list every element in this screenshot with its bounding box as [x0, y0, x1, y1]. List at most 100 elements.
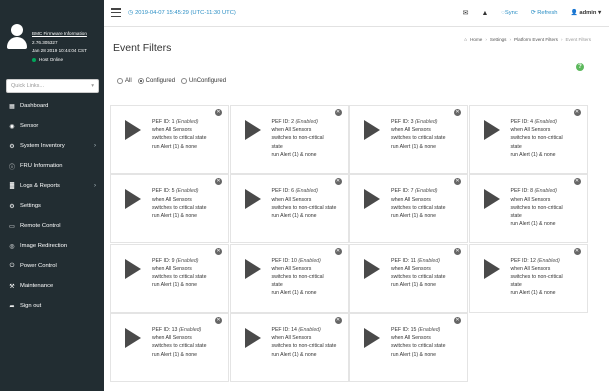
- play-icon[interactable]: [244, 327, 261, 348]
- pef-status: (Enabled): [295, 119, 318, 125]
- card-action: run Alert (1) & none: [152, 282, 197, 289]
- sidebar-item-image-redirection[interactable]: ◎ Image Redirection: [0, 236, 104, 256]
- event-filter-card[interactable]: ✕ PEF ID: 2 (Enabled) when All Sensors swit…: [229, 105, 349, 174]
- delete-icon[interactable]: ✕: [334, 178, 342, 186]
- play-icon[interactable]: [125, 189, 141, 210]
- play-icon[interactable]: [364, 327, 380, 348]
- user-panel: BMC Firmware Information 2.76.305327 Jan…: [0, 0, 104, 68]
- card-title: PEF ID: 7 (Enabled): [391, 187, 461, 195]
- radio-circle[interactable]: [181, 78, 188, 84]
- sidebar-item-fru-information[interactable]: ⓘ FRU Information: [0, 156, 104, 176]
- chart-icon: ▓: [9, 183, 15, 189]
- refresh-button[interactable]: ⟳ Refresh: [531, 10, 558, 16]
- sidebar-item-sign-out[interactable]: ➦ Sign out: [0, 296, 104, 316]
- play-icon[interactable]: [364, 258, 380, 279]
- pef-status: (Enabled): [175, 119, 199, 125]
- sidebar-item-sensor[interactable]: ◉ Sensor: [0, 116, 104, 136]
- bmc-firmware-link[interactable]: BMC Firmware Information: [32, 30, 87, 39]
- card-condition: switches to non-critical: [510, 274, 563, 280]
- event-filter-card[interactable]: ✕ PEF ID: 14 (Enabled) when All Sensors swi…: [229, 312, 349, 382]
- sidebar: BMC Firmware Information 2.76.305327 Jan…: [0, 0, 104, 391]
- card-text: PEF ID: 11 (Enabled) when All Sensors swit…: [391, 257, 461, 290]
- card-condition: switches to critical state: [391, 274, 446, 280]
- card-condition: switches to non-critical state: [271, 343, 337, 350]
- help-icon[interactable]: ?: [576, 63, 584, 71]
- sidebar-item-system-inventory[interactable]: ⚙ System Inventory ›: [0, 136, 104, 156]
- quick-links-search[interactable]: Quick Links... ▾: [6, 79, 99, 93]
- breadcrumb-item[interactable]: Home: [470, 37, 482, 42]
- delete-icon[interactable]: ✕: [454, 316, 461, 324]
- delete-icon[interactable]: ✕: [334, 247, 342, 255]
- delete-icon[interactable]: ✕: [215, 109, 222, 116]
- sidebar-item-maintenance[interactable]: ⚒ Maintenance: [0, 276, 104, 296]
- pef-status: (Enabled): [534, 119, 557, 125]
- event-filter-card[interactable]: ✕ PEF ID: 9 (Enabled) when All Sensors swit…: [110, 243, 229, 313]
- play-icon[interactable]: [483, 120, 500, 140]
- event-filter-card[interactable]: ✕ PEF ID: 12 (Enabled) when All Sensors swi…: [468, 243, 588, 313]
- event-filter-card[interactable]: ✕ PEF ID: 10 (Enabled) when All Sensors swi…: [229, 243, 349, 313]
- datetime-text: 2019-04-07 15:45:29 (UTC-11:30 UTC): [135, 10, 236, 16]
- sidebar-item-logs-reports[interactable]: ▓ Logs & Reports ›: [0, 176, 104, 196]
- breadcrumb-item[interactable]: Platform Event Filters: [514, 37, 558, 42]
- sidebar-item-remote-control[interactable]: ▭ Remote Control: [0, 216, 104, 236]
- filter-radio-configured[interactable]: Configured: [137, 78, 175, 84]
- card-condition: state: [271, 143, 283, 150]
- play-icon[interactable]: [244, 258, 261, 279]
- event-filter-card[interactable]: ✕ PEF ID: 1 (Enabled) when All Sensors swit…: [110, 105, 229, 174]
- card-condition: switches to critical state: [391, 135, 446, 142]
- breadcrumb-separator: ›: [509, 37, 512, 42]
- radio-circle[interactable]: [117, 78, 123, 84]
- event-filter-card[interactable]: ✕ PEF ID: 13 (Enabled) when All Sensors swi…: [110, 312, 229, 382]
- filter-radio-label: All: [125, 78, 132, 84]
- delete-icon[interactable]: ✕: [334, 109, 342, 116]
- sidebar-item-power-control[interactable]: ⏻ Power Control: [0, 256, 104, 276]
- event-filter-card[interactable]: ✕ PEF ID: 11 (Enabled) when All Sensors swi…: [349, 243, 468, 313]
- event-filter-card[interactable]: ✕ PEF ID: 8 (Enabled) when All Sensors swit…: [468, 174, 588, 244]
- play-icon[interactable]: [125, 327, 141, 348]
- delete-icon[interactable]: ✕: [573, 178, 581, 186]
- play-icon[interactable]: [483, 258, 500, 279]
- host-status-label: Host Online: [39, 56, 64, 62]
- filter-radio-unconfigured[interactable]: UnConfigured: [181, 78, 226, 84]
- delete-icon[interactable]: ✕: [215, 247, 222, 255]
- play-icon[interactable]: [364, 120, 380, 140]
- page-title: Event Filters: [113, 42, 172, 54]
- sync-button[interactable]: ◌Sync: [501, 10, 517, 16]
- delete-icon[interactable]: ✕: [454, 247, 461, 255]
- event-filter-card[interactable]: ✕ PEF ID: 15 (Enabled) when All Sensors swi…: [349, 312, 468, 382]
- event-filter-card[interactable]: ✕ PEF ID: 6 (Enabled) when All Sensors swit…: [229, 174, 349, 244]
- sync-label: Sync: [504, 10, 518, 16]
- sidebar-item-settings[interactable]: ⚙ Settings: [0, 196, 104, 216]
- pef-status: (Enabled): [175, 188, 199, 195]
- delete-icon[interactable]: ✕: [573, 109, 581, 116]
- play-icon[interactable]: [364, 189, 380, 210]
- play-icon[interactable]: [244, 120, 261, 140]
- event-filter-card[interactable]: ✕ PEF ID: 3 (Enabled) when All Sensors swit…: [349, 105, 468, 174]
- play-icon[interactable]: [125, 258, 141, 279]
- event-filter-card[interactable]: ✕ PEF ID: 5 (Enabled) when All Sensors swit…: [110, 174, 229, 244]
- envelope-icon[interactable]: ✉: [463, 9, 469, 17]
- card-text: PEF ID: 12 (Enabled) when All Sensors swit…: [511, 257, 581, 298]
- host-status: Host Online: [32, 56, 87, 65]
- sidebar-item-dashboard[interactable]: ▦ Dashboard: [0, 96, 104, 116]
- event-filter-card[interactable]: ✕ PEF ID: 7 (Enabled) when All Sensors swit…: [349, 174, 468, 244]
- event-filter-card[interactable]: ✕ PEF ID: 4 (Enabled) when All Sensors swit…: [468, 105, 588, 174]
- card-title: PEF ID: 15 (Enabled): [391, 326, 461, 334]
- delete-icon[interactable]: ✕: [334, 316, 342, 324]
- card-condition: switches to non-critical: [271, 274, 324, 280]
- filter-radio-all[interactable]: All: [117, 78, 132, 84]
- radio-circle[interactable]: [137, 78, 144, 84]
- delete-icon[interactable]: ✕: [454, 109, 461, 116]
- delete-icon[interactable]: ✕: [573, 247, 581, 255]
- hamburger-menu-icon[interactable]: [111, 8, 121, 18]
- delete-icon[interactable]: ✕: [215, 316, 222, 324]
- play-icon[interactable]: [125, 120, 141, 140]
- warning-icon[interactable]: ▲: [481, 10, 488, 17]
- play-icon[interactable]: [483, 189, 500, 210]
- delete-icon[interactable]: ✕: [215, 178, 222, 186]
- card-condition: when All Sensors: [152, 335, 192, 342]
- user-menu[interactable]: 👤 admin ▾: [571, 10, 601, 16]
- breadcrumb-item[interactable]: Settings: [490, 37, 507, 42]
- play-icon[interactable]: [244, 189, 261, 210]
- delete-icon[interactable]: ✕: [454, 178, 461, 186]
